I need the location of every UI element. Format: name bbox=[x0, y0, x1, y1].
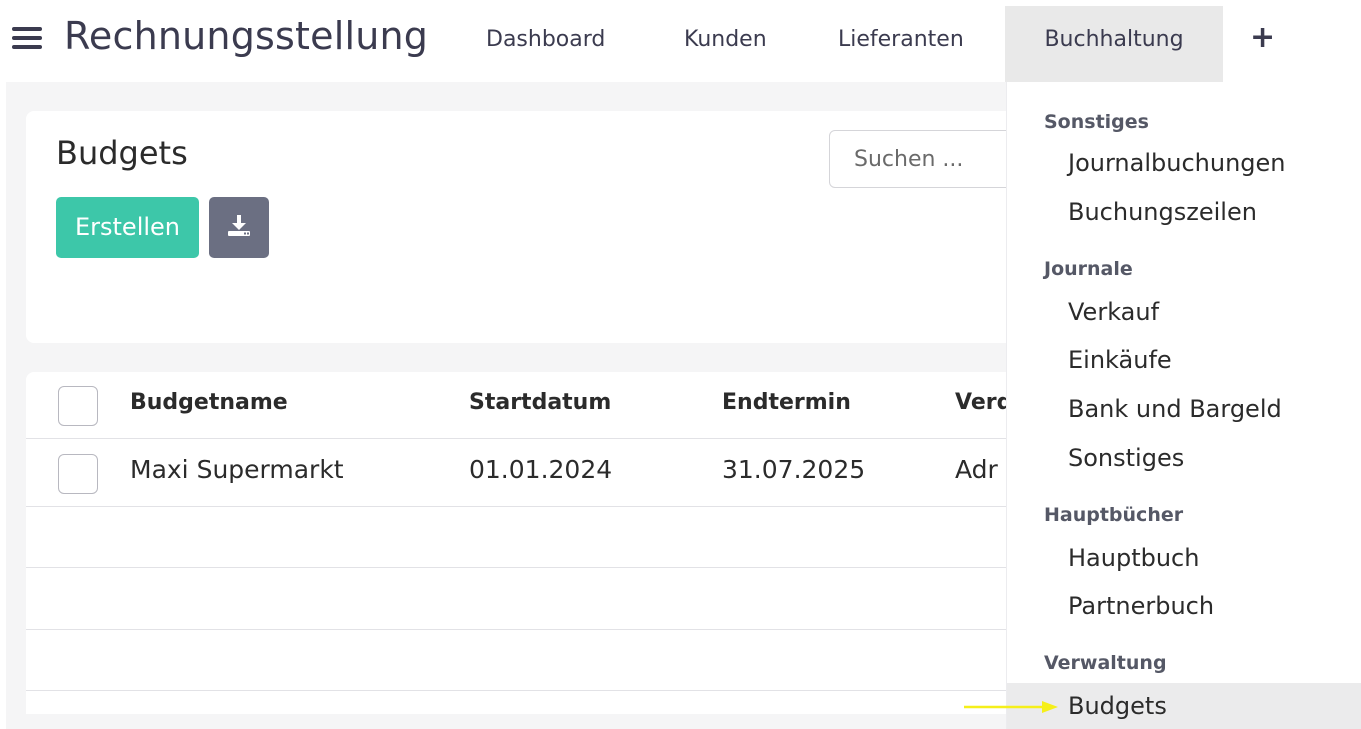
dropdown-item-einkaeufe[interactable]: Einkäufe bbox=[1068, 346, 1172, 374]
column-header-budgetname[interactable]: Budgetname bbox=[130, 390, 288, 415]
search-input[interactable]: Suchen ... bbox=[829, 130, 1029, 188]
search-placeholder: Suchen ... bbox=[854, 147, 964, 172]
row-checkbox[interactable] bbox=[58, 454, 98, 494]
app-title[interactable]: Rechnungsstellung bbox=[64, 14, 428, 58]
row-divider bbox=[26, 438, 1006, 439]
dropdown-item-verkauf[interactable]: Verkauf bbox=[1068, 298, 1159, 326]
budget-table bbox=[26, 372, 1026, 714]
annotation-arrow-icon bbox=[964, 701, 1058, 713]
row-divider bbox=[26, 506, 1006, 507]
dropdown-item-bank-und-bargeld[interactable]: Bank und Bargeld bbox=[1068, 395, 1282, 423]
column-header-verantwortlich[interactable]: Verd bbox=[955, 390, 1012, 415]
nav-dashboard[interactable]: Dashboard bbox=[486, 6, 605, 82]
column-header-startdatum[interactable]: Startdatum bbox=[469, 390, 611, 415]
dropdown-item-sonstiges[interactable]: Sonstiges bbox=[1068, 444, 1184, 472]
create-button[interactable]: Erstellen bbox=[56, 197, 199, 258]
top-navbar: Rechnungsstellung Dashboard Kunden Liefe… bbox=[0, 0, 1361, 82]
dropdown-active-highlight bbox=[1007, 683, 1361, 729]
dropdown-item-partnerbuch[interactable]: Partnerbuch bbox=[1068, 592, 1214, 620]
cell-budgetname: Maxi Supermarkt bbox=[130, 455, 344, 484]
nav-lieferanten[interactable]: Lieferanten bbox=[838, 6, 964, 82]
download-icon bbox=[228, 215, 250, 236]
row-divider bbox=[26, 629, 1006, 630]
row-divider bbox=[26, 690, 1006, 691]
dropdown-item-buchungszeilen[interactable]: Buchungszeilen bbox=[1068, 198, 1257, 226]
dropdown-section-verwaltung: Verwaltung bbox=[1044, 652, 1167, 674]
cell-endtermin: 31.07.2025 bbox=[722, 455, 866, 484]
page-title: Budgets bbox=[56, 134, 188, 172]
row-divider bbox=[26, 567, 1006, 568]
nav-kunden[interactable]: Kunden bbox=[684, 6, 767, 82]
dropdown-item-journalbuchungen[interactable]: Journalbuchungen bbox=[1068, 149, 1286, 177]
cell-verantwortlich: Adr bbox=[955, 455, 998, 484]
dropdown-item-hauptbuch[interactable]: Hauptbuch bbox=[1068, 544, 1199, 572]
dropdown-section-journale: Journale bbox=[1044, 258, 1133, 280]
select-all-checkbox[interactable] bbox=[58, 386, 98, 426]
nav-buchhaltung[interactable]: Buchhaltung bbox=[1005, 6, 1223, 82]
column-header-endtermin[interactable]: Endtermin bbox=[722, 390, 851, 415]
plus-icon[interactable]: + bbox=[1250, 4, 1275, 80]
dropdown-item-budgets[interactable]: Budgets bbox=[1068, 692, 1167, 720]
dropdown-section-hauptbuecher: Hauptbücher bbox=[1044, 504, 1184, 526]
cell-startdatum: 01.01.2024 bbox=[469, 455, 613, 484]
dropdown-section-sonstiges: Sonstiges bbox=[1044, 111, 1149, 133]
download-button[interactable] bbox=[209, 197, 269, 258]
hamburger-icon[interactable] bbox=[12, 26, 46, 52]
